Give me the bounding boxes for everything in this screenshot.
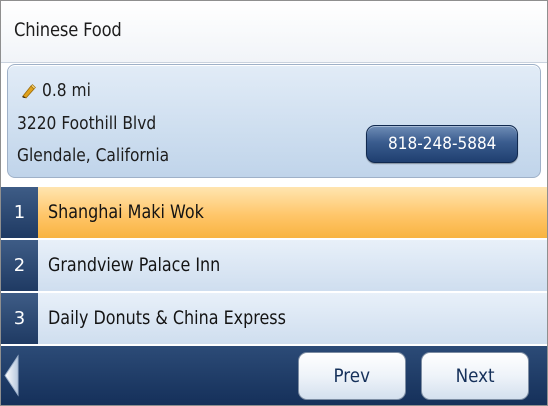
phone-number: 818-248-5884: [387, 134, 497, 154]
poi-details-card: 0.8 mi 3220 Foothill Blvd Glendale, Cali…: [7, 64, 541, 178]
back-arrow-icon: [4, 354, 19, 397]
prev-button[interactable]: Prev: [298, 352, 406, 400]
row-number: 2: [1, 240, 38, 291]
list-item[interactable]: 3 Daily Donuts & China Express: [1, 293, 547, 345]
row-number: 1: [1, 187, 38, 238]
list-item[interactable]: 2 Grandview Palace Inn: [1, 240, 547, 292]
list-item[interactable]: 1 Shanghai Maki Wok: [1, 187, 547, 239]
prev-label: Prev: [333, 365, 371, 387]
row-number: 3: [1, 293, 38, 344]
page-title: Chinese Food: [14, 19, 122, 41]
row-body: Daily Donuts & China Express: [38, 293, 547, 345]
row-body: Shanghai Maki Wok: [38, 187, 547, 239]
row-label: Daily Donuts & China Express: [48, 307, 286, 329]
address-city: Glendale, California: [17, 145, 170, 166]
bottom-nav-bar: Prev Next: [1, 346, 547, 405]
poi-detail-screen: Chinese Food 0.8 mi 3220 Foothill Blvd G…: [0, 0, 548, 406]
next-button[interactable]: Next: [421, 352, 529, 400]
row-body: Grandview Palace Inn: [38, 240, 547, 292]
phone-button[interactable]: 818-248-5884: [366, 125, 518, 163]
back-button[interactable]: [1, 346, 41, 405]
next-label: Next: [455, 365, 495, 387]
title-bar: Chinese Food: [1, 1, 547, 63]
address-street: 3220 Foothill Blvd: [17, 113, 157, 134]
distance-text: 0.8 mi: [42, 80, 91, 101]
row-label: Grandview Palace Inn: [48, 254, 221, 276]
pencil-icon: [22, 84, 36, 99]
row-label: Shanghai Maki Wok: [48, 201, 204, 223]
